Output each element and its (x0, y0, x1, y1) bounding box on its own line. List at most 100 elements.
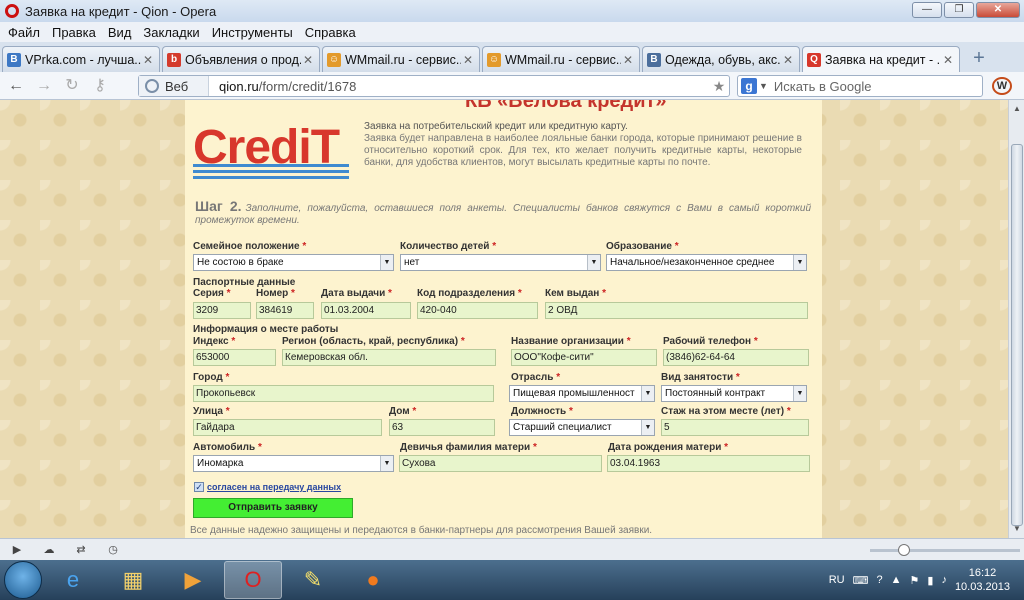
street-field[interactable]: Гайдара (193, 419, 382, 436)
forward-icon[interactable]: → (32, 75, 56, 97)
select-education[interactable]: Начальное/незаконченное среднее ▼ (606, 254, 807, 271)
start-button[interactable] (4, 561, 42, 599)
ie-taskbar-icon[interactable]: e (44, 561, 102, 599)
agree-link[interactable]: согласен на передачу данных (207, 482, 341, 492)
address-toolbar: ← → ↻ ⚷ Веб qion.ru/form/credit/1678 ★ g… (0, 72, 1024, 100)
help-icon[interactable]: ? (876, 574, 882, 586)
speed-dial-icon[interactable]: ◷ (106, 543, 120, 557)
close-tab-icon[interactable]: ✕ (781, 53, 795, 67)
section-work-info: Информация о месте работы (193, 324, 339, 335)
issue-date-field[interactable]: 01.03.2004 (321, 302, 411, 319)
network-icon[interactable]: ▮ (927, 574, 933, 587)
windows-taskbar: e ▦ ▶ O ✎ ● RU ⌨ ? ▲ ⚑ ▮ ♪ 16:12 10.03.2… (0, 560, 1024, 600)
chevron-down-icon: ▼ (793, 386, 806, 401)
mother-dob-field[interactable]: 03.04.1963 (607, 455, 810, 472)
key-icon[interactable]: ⚷ (88, 75, 112, 97)
mother-maiden-name-field[interactable]: Сухова (399, 455, 602, 472)
url-bar[interactable]: Веб qion.ru/form/credit/1678 ★ (138, 75, 730, 97)
menu-help[interactable]: Справка (305, 25, 356, 40)
close-tab-icon[interactable]: ✕ (141, 53, 155, 67)
chevron-down-icon[interactable]: ▼ (759, 81, 768, 91)
menu-tools[interactable]: Инструменты (212, 25, 293, 40)
select-children-count[interactable]: нет ▼ (400, 254, 601, 271)
flag-icon[interactable]: ⚑ (910, 574, 920, 587)
search-input[interactable]: g ▼ Искать в Google (737, 75, 983, 97)
opera-taskbar-icon[interactable]: O (224, 561, 282, 599)
chevron-down-icon: ▼ (380, 255, 393, 270)
chevron-down-icon: ▼ (587, 255, 600, 270)
number-field[interactable]: 384619 (256, 302, 314, 319)
explorer-taskbar-icon[interactable]: ▦ (104, 561, 162, 599)
select-employment-type[interactable]: Постоянный контракт ▼ (661, 385, 807, 402)
series-field[interactable]: 3209 (193, 302, 251, 319)
tab-clothes[interactable]: B Одежда, обувь, акс... ✕ (642, 46, 800, 72)
house-field[interactable]: 63 (389, 419, 495, 436)
tenure-field[interactable]: 5 (661, 419, 809, 436)
wmmail-extension-icon[interactable]: W (992, 77, 1012, 95)
firefox-taskbar-icon[interactable]: ● (344, 561, 402, 599)
qion-favicon-icon: Q (807, 52, 821, 67)
tab-label: WMmail.ru - сервис... (505, 52, 621, 67)
menu-file[interactable]: Файл (8, 25, 40, 40)
close-button[interactable]: ✕ (976, 2, 1020, 18)
zoom-slider[interactable] (870, 544, 1020, 556)
close-tab-icon[interactable]: ✕ (461, 53, 475, 67)
close-tab-icon[interactable]: ✕ (941, 53, 955, 67)
select-family-status[interactable]: Не состою в браке ▼ (193, 254, 394, 271)
scroll-down-icon[interactable]: ▼ (1011, 522, 1023, 536)
clock[interactable]: 16:12 10.03.2013 (955, 566, 1010, 594)
tray-expand-icon[interactable]: ▲ (891, 574, 902, 586)
reload-icon[interactable]: ↻ (60, 75, 84, 97)
select-industry[interactable]: Пищевая промышленност ▼ (509, 385, 655, 402)
region-field[interactable]: Кемеровская обл. (282, 349, 496, 366)
tab-wmmail-1[interactable]: ☺ WMmail.ru - сервис... ✕ (322, 46, 480, 72)
vertical-scrollbar[interactable]: ▲ ▼ (1008, 100, 1024, 538)
intro-text: Заявка на потребительский кредит или кре… (364, 121, 802, 168)
tab-wmmail-2[interactable]: ☺ WMmail.ru - сервис... ✕ (482, 46, 640, 72)
issued-by-field[interactable]: 2 ОВД (545, 302, 808, 319)
share-icon[interactable]: ⇄ (74, 543, 88, 557)
bookmark-star-icon[interactable]: ★ (709, 78, 729, 95)
back-icon[interactable]: ← (4, 75, 28, 97)
close-tab-icon[interactable]: ✕ (301, 53, 315, 67)
web-badge[interactable]: Веб (139, 76, 209, 96)
select-car[interactable]: Иномарка ▼ (193, 455, 394, 472)
window-title: Заявка на кредит - Qion - Opera (25, 3, 217, 19)
tab-vprka[interactable]: B VPrka.com - лучша... ✕ (2, 46, 160, 72)
tab-ads[interactable]: b Объявления о прод... ✕ (162, 46, 320, 72)
cloud-icon[interactable]: ☁ (42, 543, 56, 557)
subdivision-code-field[interactable]: 420-040 (417, 302, 538, 319)
tab-strip: B VPrka.com - лучша... ✕ b Объявления о про… (0, 42, 1024, 72)
scroll-up-icon[interactable]: ▲ (1011, 102, 1023, 116)
submit-button[interactable]: Отправить заявку (193, 498, 353, 518)
window-titlebar: Заявка на кредит - Qion - Opera — ❐ ✕ (0, 0, 1024, 22)
menu-view[interactable]: Вид (108, 25, 132, 40)
menu-bookmarks[interactable]: Закладки (143, 25, 199, 40)
tab-label: Заявка на кредит - ... (825, 52, 941, 67)
wmmail-favicon-icon: ☺ (487, 52, 501, 67)
media-player-taskbar-icon[interactable]: ▶ (164, 561, 222, 599)
url-text[interactable]: qion.ru/form/credit/1678 (209, 79, 709, 94)
tab-label: WMmail.ru - сервис... (345, 52, 461, 67)
maximize-button[interactable]: ❐ (944, 2, 974, 18)
work-phone-field[interactable]: (3846)62-64-64 (663, 349, 809, 366)
agree-checkbox[interactable]: ✓ (194, 482, 204, 492)
webmoney-taskbar-icon[interactable]: ✎ (284, 561, 342, 599)
index-field[interactable]: 653000 (193, 349, 276, 366)
tab-credit-active[interactable]: Q Заявка на кредит - ... ✕ (802, 46, 960, 72)
menu-edit[interactable]: Правка (52, 25, 96, 40)
page-viewport: КБ «Велова кредит» CrediT Заявка на потр… (0, 100, 1008, 538)
wmmail-favicon-icon: ☺ (327, 52, 341, 67)
language-indicator[interactable]: RU (829, 574, 845, 586)
minimize-button[interactable]: — (912, 2, 942, 18)
panel-toggle-icon[interactable]: ▶ (10, 543, 24, 557)
zoom-knob[interactable] (898, 544, 910, 556)
select-position[interactable]: Старший специалист ▼ (509, 419, 655, 436)
new-tab-icon[interactable]: + (968, 48, 990, 70)
keyboard-icon[interactable]: ⌨ (853, 574, 869, 587)
volume-icon[interactable]: ♪ (941, 574, 947, 586)
org-name-field[interactable]: ООО"Кофе-сити" (511, 349, 657, 366)
city-field[interactable]: Прокопьевск (193, 385, 494, 402)
close-tab-icon[interactable]: ✕ (621, 53, 635, 67)
scroll-thumb[interactable] (1011, 144, 1023, 526)
